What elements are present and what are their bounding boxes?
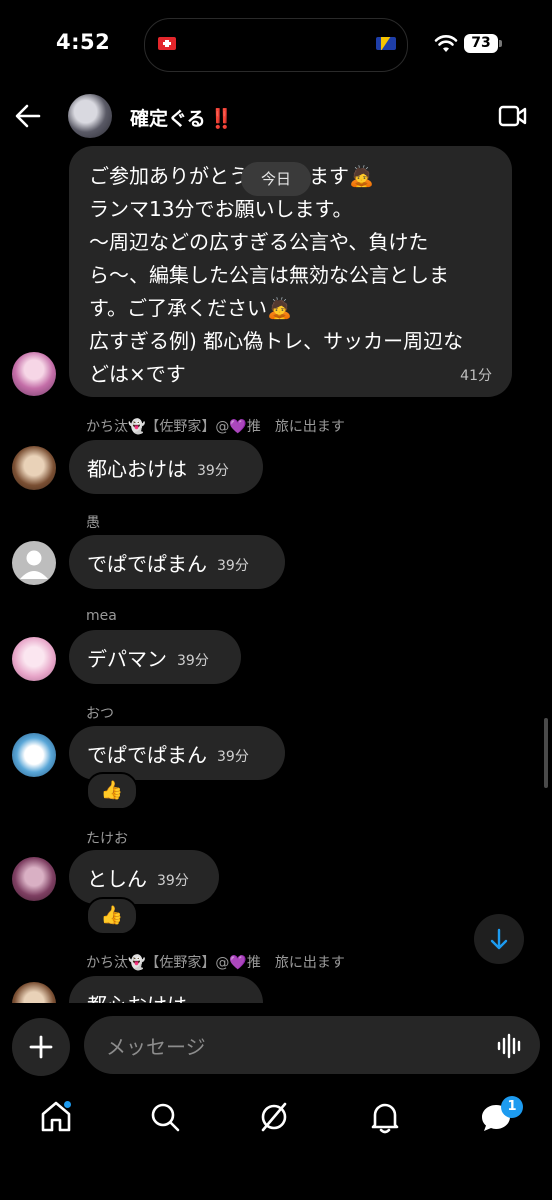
message-line: ら〜、編集した公言は無効な公言としま <box>89 263 449 287</box>
search-icon[interactable] <box>149 1100 181 1134</box>
avatar-admin[interactable] <box>12 352 56 396</box>
message-line: 広すぎる例) 都心偽トレ、サッカー周辺な <box>89 329 464 353</box>
sender-name: かち汰👻【佐野家】@💜推 旅に出ます <box>86 955 345 971</box>
message-time: 39分 <box>157 873 189 889</box>
bosnia-flag-icon <box>376 37 396 50</box>
scrollbar[interactable] <box>544 718 548 788</box>
message-text: デパマン <box>87 646 167 671</box>
swiss-flag-icon <box>158 37 176 50</box>
message-time: 39分 <box>177 653 209 669</box>
message-input[interactable]: メッセージ <box>84 1016 540 1074</box>
default-user-icon <box>20 550 48 579</box>
message-line: ランマ13分でお願いします。 <box>89 197 353 221</box>
video-call-icon[interactable] <box>498 104 528 128</box>
add-attachment-button[interactable] <box>12 1018 70 1076</box>
home-notification-dot <box>64 1101 71 1108</box>
avatar-kachita[interactable] <box>12 446 56 490</box>
message-time: 39分 <box>197 463 229 479</box>
battery-tip <box>499 40 502 47</box>
notifications-bell-icon[interactable] <box>369 1100 401 1134</box>
sender-name: おつ <box>86 706 114 722</box>
chat-title-text: 確定ぐる <box>130 108 206 130</box>
sender-name: たけお <box>86 831 128 847</box>
battery-indicator: 73 <box>464 34 498 53</box>
message-time: 39分 <box>217 749 249 765</box>
back-arrow-icon[interactable] <box>14 103 42 129</box>
message-text: としん <box>87 866 147 891</box>
message-line: どは×です <box>89 362 186 386</box>
reaction-thumbs-up[interactable]: 👍 <box>86 897 138 935</box>
message-input-placeholder: メッセージ <box>106 1034 206 1059</box>
avatar-default[interactable] <box>12 541 56 585</box>
message-line: 〜周辺などの広すぎる公言や、負けた <box>89 230 429 254</box>
avatar-takeo[interactable] <box>12 857 56 901</box>
chat-title-mark: ‼️ <box>209 108 234 130</box>
date-pill: 今日 <box>241 162 311 196</box>
avatar-mea[interactable] <box>12 637 56 681</box>
message-bubble[interactable]: としん 39分 <box>69 850 219 904</box>
grok-icon[interactable] <box>258 1100 290 1134</box>
plus-icon <box>29 1035 53 1059</box>
avatar-otsu[interactable] <box>12 733 56 777</box>
arrow-down-icon <box>490 928 508 950</box>
dynamic-island <box>144 18 408 72</box>
chat-title[interactable]: 確定ぐる ‼️ <box>130 104 233 131</box>
messages-badge: 1 <box>501 1096 523 1118</box>
message-time: 41分 <box>460 368 492 384</box>
wifi-icon <box>434 35 458 52</box>
message-time: 39分 <box>217 558 249 574</box>
message-line: す。ご了承ください🙇 <box>89 296 292 320</box>
scroll-to-bottom-button[interactable] <box>474 914 524 964</box>
message-bubble[interactable]: でぱでぱまん 39分 <box>69 535 285 589</box>
group-avatar[interactable] <box>68 94 112 138</box>
message-text: 都心おけは <box>87 456 187 481</box>
message-bubble[interactable]: 都心おけは 39分 <box>69 440 263 494</box>
sender-name: かち汰👻【佐野家】@💜推 旅に出ます <box>86 419 345 435</box>
message-text: でぱでぱまん <box>87 551 207 576</box>
sender-name: 愚 <box>86 515 100 531</box>
message-text: でぱでぱまん <box>87 742 207 767</box>
status-time: 4:52 <box>56 30 111 54</box>
voice-waveform-icon[interactable] <box>496 1033 524 1059</box>
message-bubble[interactable]: デパマン 39分 <box>69 630 241 684</box>
reaction-thumbs-up[interactable]: 👍 <box>86 772 138 810</box>
sender-name: mea <box>86 608 117 624</box>
